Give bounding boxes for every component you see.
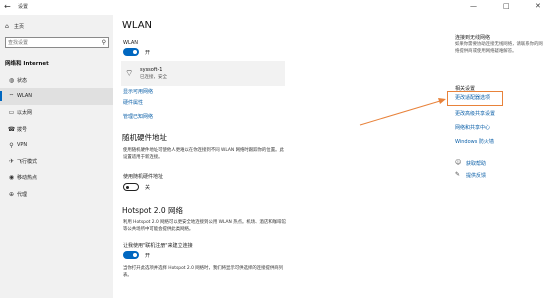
vpn-icon: ⚲ <box>9 141 14 149</box>
network-status: 已连接，安全 <box>140 75 167 80</box>
back-arrow-icon: ← <box>4 2 11 11</box>
wlan-toggle-state: 开 <box>145 50 151 56</box>
home-label: 主页 <box>14 23 25 30</box>
page-title: WLAN <box>122 20 153 31</box>
wifi-icon: ⌔ <box>8 93 15 101</box>
sidebar-item-label: 移动热点 <box>17 175 38 182</box>
windows-firewall-link[interactable]: Windows 防火墙 <box>455 138 494 145</box>
hotspot-heading: Hotspot 2.0 网络 <box>122 206 184 215</box>
wlan-toggle[interactable] <box>123 48 139 56</box>
sidebar-nav: ◍ 状态 ⌔ WLAN ▭ 以太网 ☎ 拨号 ⚲ VPN ✈ 飞行模式 ◉ 移动热点 ⊕ 代理 <box>0 72 113 202</box>
network-sharing-center-link[interactable]: 网络和共享中心 <box>455 124 490 131</box>
wifi-signal-icon: ⌔ <box>125 69 134 79</box>
connect-heading: 连接到无线网络 <box>455 35 491 41</box>
search-input[interactable] <box>8 38 96 47</box>
sidebar-item-ethernet[interactable]: ▭ 以太网 <box>0 105 113 121</box>
proxy-icon: ⊕ <box>8 190 15 198</box>
sidebar-item-label: 飞行模式 <box>17 159 38 166</box>
sidebar-item-globe[interactable]: ◍ 状态 <box>0 72 113 88</box>
sidebar-item-label: 代理 <box>17 191 28 198</box>
home-icon: ⌂ <box>5 22 9 30</box>
show-available-networks-link[interactable]: 显示可用网络 <box>123 88 153 95</box>
random-hw-heading: 随机硬件地址 <box>122 133 167 142</box>
sidebar: ⌂ 主页 ⚲ 网络和 Internet ◍状态⌔WLAN▭以太网☎拨号⚲VPN✈… <box>0 15 113 298</box>
dialup-icon: ☎ <box>7 125 16 133</box>
sidebar-item-hotspot[interactable]: ◉ 移动热点 <box>0 170 113 186</box>
minimize-button[interactable]: — <box>470 1 477 11</box>
search-box: ⚲ <box>5 37 109 48</box>
sidebar-item-label: WLAN <box>17 93 33 100</box>
random-hw-toggle[interactable] <box>123 183 139 191</box>
random-hw-toggle-state: 关 <box>145 185 151 191</box>
main-content: WLAN WLAN 开 ⌔ syssoft-1 已连接，安全 显示可用网络 硬件… <box>113 15 550 298</box>
sidebar-section-title: 网络和 Internet <box>5 61 49 67</box>
globe-icon: ◍ <box>8 76 15 84</box>
airplane-icon: ✈ <box>8 158 15 166</box>
manage-known-networks-link[interactable]: 管理已知网络 <box>123 113 153 120</box>
sidebar-item-vpn[interactable]: ⚲ VPN <box>0 137 113 153</box>
sidebar-item-label: VPN <box>17 142 28 149</box>
hotspot-description: 利用 Hotspot 2.0 网络可以更安全地连接到公用 WLAN 热点。机场、… <box>123 220 286 232</box>
sidebar-home[interactable]: ⌂ 主页 <box>5 21 24 31</box>
title-bar: ← 设置 — □ ✕ <box>0 0 550 15</box>
hotspot-icon: ◉ <box>8 174 15 182</box>
sidebar-item-label: 状态 <box>17 77 28 84</box>
wlan-toggle-label: WLAN <box>123 40 139 46</box>
random-hw-toggle-label: 使用随机硬件地址 <box>123 174 164 180</box>
sidebar-item-label: 拨号 <box>17 126 28 133</box>
close-button[interactable]: ✕ <box>535 1 541 11</box>
sidebar-item-airplane[interactable]: ✈ 飞行模式 <box>0 153 113 169</box>
search-icon[interactable]: ⚲ <box>102 38 106 47</box>
network-item[interactable]: ⌔ syssoft-1 已连接，安全 <box>121 61 285 86</box>
network-name: syssoft-1 <box>140 67 163 73</box>
back-button[interactable]: ← <box>4 2 14 12</box>
get-help-link[interactable]: 获取帮助 <box>466 160 486 167</box>
sidebar-item-label: 以太网 <box>17 110 33 117</box>
hotspot-description-2: 当你打开此选项并选择 Hotspot 2.0 网络时，我们将显示可供选择的连接提… <box>123 266 284 278</box>
hotspot-toggle-state: 开 <box>145 253 151 259</box>
sidebar-item-wifi[interactable]: ⌔ WLAN <box>0 88 113 105</box>
connect-description: 如果你需要协助连接无线网络，请联系你的网络提供商或使用网络疑难解答。 <box>455 42 543 54</box>
hardware-properties-link[interactable]: 硬件属性 <box>123 99 143 106</box>
annotation-highlight-box <box>447 91 503 106</box>
feedback-icon: ✎ <box>455 171 461 178</box>
ethernet-icon: ▭ <box>8 109 15 117</box>
sidebar-item-dialup[interactable]: ☎ 拨号 <box>0 121 113 137</box>
hotspot-toggle[interactable] <box>123 251 139 259</box>
maximize-button[interactable]: □ <box>503 1 510 11</box>
give-feedback-link[interactable]: 提供反馈 <box>466 172 486 179</box>
random-hw-description: 使用随机硬件地址可使他人更难以在你连接到不同 WLAN 网络时跟踪你的位置。此设… <box>123 148 284 160</box>
hotspot-toggle-label: 让我使用"联机注册"来建立连接 <box>123 243 193 249</box>
sidebar-item-proxy[interactable]: ⊕ 代理 <box>0 186 113 202</box>
window-title: 设置 <box>18 4 29 10</box>
help-icon: ☺ <box>455 159 462 166</box>
advanced-sharing-link[interactable]: 更改高级共享设置 <box>455 110 495 117</box>
